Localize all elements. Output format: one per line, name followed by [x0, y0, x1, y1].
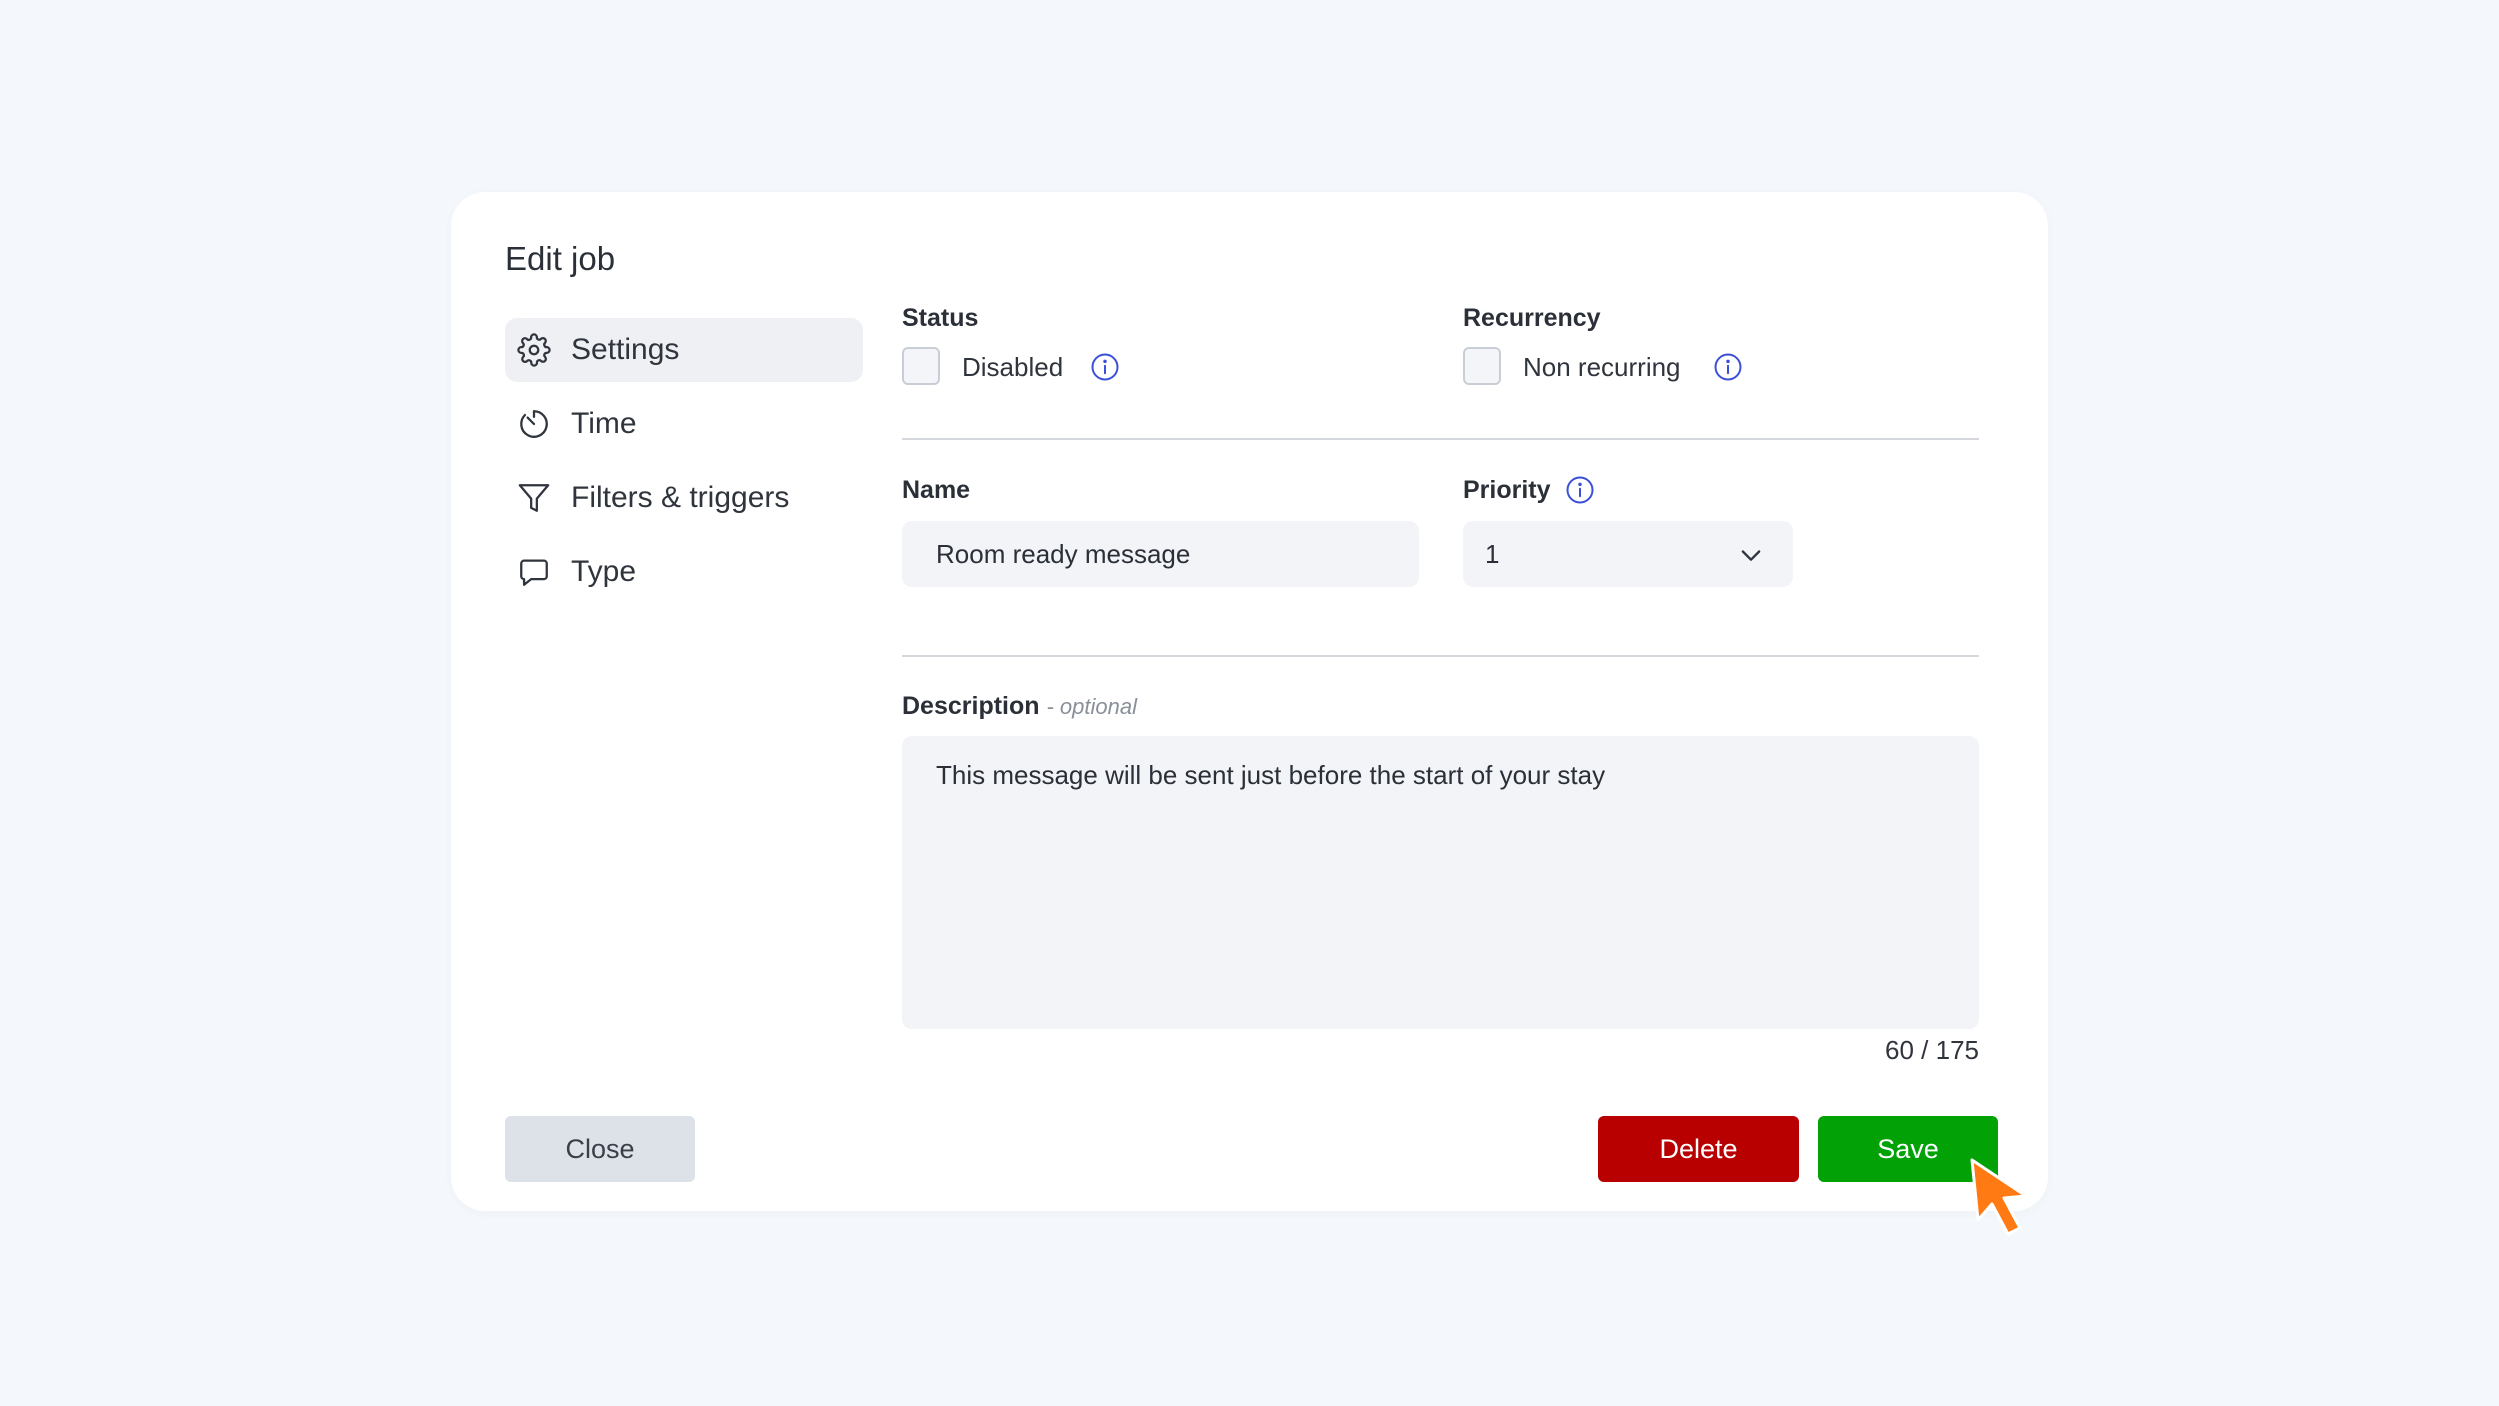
delete-button[interactable]: Delete	[1598, 1116, 1799, 1182]
chevron-down-icon	[1737, 541, 1765, 569]
info-icon[interactable]	[1713, 352, 1743, 382]
description-textarea[interactable]: This message will be sent just before th…	[902, 736, 1979, 1029]
priority-label: Priority	[1463, 476, 1551, 504]
timer-icon	[515, 405, 553, 443]
filter-icon	[515, 479, 553, 517]
non-recurring-checkbox-label: Non recurring	[1523, 352, 1681, 382]
recurrency-label: Recurrency	[1463, 304, 1601, 332]
description-textarea-value: This message will be sent just before th…	[936, 760, 1606, 790]
status-label: Status	[902, 304, 979, 332]
close-button[interactable]: Close	[505, 1116, 695, 1182]
disabled-checkbox[interactable]	[902, 347, 940, 385]
section-divider	[902, 655, 1979, 657]
description-label-text: Description	[902, 692, 1040, 720]
priority-select-value: 1	[1485, 538, 1500, 569]
sidebar-item-settings[interactable]: Settings	[505, 318, 863, 382]
sidebar-item-label: Filters & triggers	[571, 481, 790, 514]
non-recurring-checkbox[interactable]	[1463, 347, 1501, 385]
gear-icon	[515, 331, 553, 369]
sidebar-item-time[interactable]: Time	[505, 392, 863, 456]
section-divider	[902, 438, 1979, 440]
name-input-value: Room ready message	[936, 538, 1191, 569]
sidebar-item-filters-triggers[interactable]: Filters & triggers	[505, 466, 863, 530]
optional-note: - optional	[1046, 694, 1137, 719]
sidebar-item-label: Time	[571, 407, 637, 440]
name-label: Name	[902, 476, 971, 504]
sidebar-item-label: Type	[571, 555, 637, 588]
chat-bubble-icon	[515, 553, 553, 591]
sidebar-item-type[interactable]: Type	[505, 540, 863, 604]
sidebar-item-label: Settings	[571, 333, 680, 366]
character-counter: 60 / 175	[1885, 1035, 1979, 1065]
dialog-title: Edit job	[505, 240, 616, 277]
disabled-checkbox-label: Disabled	[962, 352, 1064, 382]
priority-select[interactable]: 1	[1463, 521, 1793, 587]
name-input[interactable]: Room ready message	[902, 521, 1419, 587]
edit-job-dialog: Edit job Settings Time Filters & trigger…	[451, 192, 2048, 1211]
mouse-pointer-icon	[1968, 1158, 2046, 1238]
info-icon[interactable]	[1565, 475, 1595, 505]
description-label: Description - optional	[902, 692, 1137, 721]
info-icon[interactable]	[1090, 352, 1120, 382]
